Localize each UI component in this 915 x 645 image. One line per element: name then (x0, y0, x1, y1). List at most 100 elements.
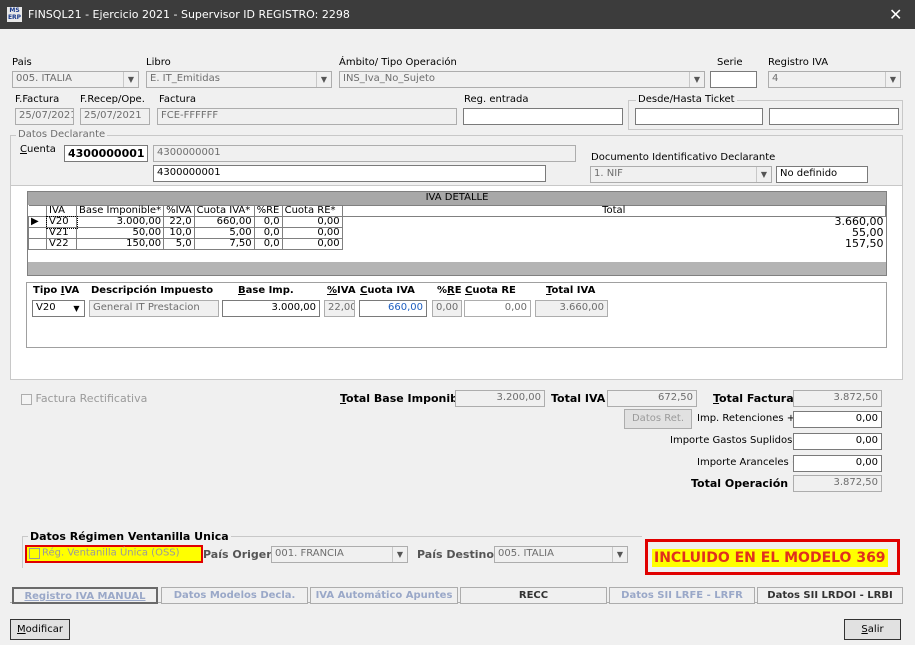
checkbox-icon (21, 393, 32, 405)
cuenta-label: Cuenta (20, 144, 56, 155)
tab-recc[interactable]: RECC (460, 587, 607, 604)
tab-datos-sii-lrdoi[interactable]: Datos SII LRDOI - LRBI (757, 587, 903, 604)
tipo-iva-label: Tipo IVA (33, 285, 80, 296)
col-header: %IVA (163, 205, 195, 217)
tab-datos-modelos[interactable]: Datos Modelos Decla. (161, 587, 308, 604)
f-factura-input[interactable]: 25/07/2021 (15, 108, 74, 125)
pais-destino-select[interactable]: 005. ITALIA ▼ (494, 546, 628, 563)
modelo-369-text: INCLUIDO EN EL MODELO 369 (652, 549, 888, 567)
cuenta-name-input[interactable]: 4300000001 (153, 165, 546, 182)
chevron-down-icon: ▼ (885, 72, 900, 87)
row-selector-icon: ▶ (28, 216, 47, 228)
cell[interactable]: 5,0 (163, 238, 195, 250)
oss-checkbox[interactable]: Rég. Ventanilla Única (OSS) (25, 545, 203, 563)
total-operacion-field: 3.872,50 (793, 475, 882, 492)
doc-tipo-select[interactable]: 1. NIF ▼ (590, 166, 772, 183)
chevron-down-icon: ▼ (392, 547, 407, 562)
factura-rectificativa-checkbox[interactable]: Factura Rectificativa (21, 392, 147, 405)
cell[interactable]: 660,00 (193, 216, 255, 228)
libro-select[interactable]: E. IT_Emitidas ▼ (146, 71, 332, 88)
aranceles-input[interactable]: 0,00 (793, 455, 882, 472)
pais-origen-label: País Origen (203, 548, 275, 561)
tab-iva-automatico[interactable]: IVA Automático Apuntes (310, 587, 458, 604)
iva-detalle-grid: IVA DETALLE IVA Base Imponible* %IVA Cuo… (27, 191, 887, 276)
cuota-re-label: Cuota RE (465, 285, 516, 296)
pais-select[interactable]: 005. ITALIA ▼ (12, 71, 139, 88)
cell[interactable]: 3.000,00 (75, 216, 165, 228)
cell[interactable]: V22 (46, 238, 77, 250)
ventanilla-title: Datos Régimen Ventanilla Unica (28, 530, 231, 543)
tab-datos-sii-lrfe[interactable]: Datos SII LRFE - LRFR (609, 587, 755, 604)
registro-iva-label: Registro IVA (768, 57, 829, 68)
pct-iva-label: %IVA (327, 285, 356, 296)
modificar-button[interactable]: Modificar (10, 619, 70, 640)
col-header: Total (341, 205, 887, 217)
tipo-iva-select[interactable]: V20 ▼ (32, 300, 85, 317)
pais-origen-select[interactable]: 001. FRANCIA ▼ (271, 546, 408, 563)
cell[interactable]: 5,00 (193, 227, 255, 239)
reg-entrada-input[interactable] (463, 108, 623, 125)
cuota-re-input[interactable]: 0,00 (464, 300, 531, 317)
base-imp-input[interactable]: 3.000,00 (222, 300, 320, 317)
table-row[interactable]: V21 50,00 10,0 5,00 0,0 0,00 55,00 (28, 227, 886, 239)
cuota-iva-input[interactable]: 660,00 (359, 300, 427, 317)
aranceles-label: Importe Aranceles + (697, 457, 801, 468)
f-recep-input[interactable]: 25/07/2021 (80, 108, 150, 125)
total-iva-detail-label: Total IVA (546, 285, 596, 296)
cell[interactable]: 0,0 (253, 238, 283, 250)
chevron-down-icon: ▼ (612, 547, 627, 562)
col-header: Base Imponible* (75, 205, 165, 217)
pct-re-label: %RE (437, 285, 462, 296)
total-iva-detail-field: 3.660,00 (535, 300, 608, 317)
col-header: IVA (46, 205, 77, 217)
table-row[interactable]: ▶ V20 3.000,00 22,0 660,00 0,0 0,00 3.66… (28, 215, 886, 229)
declarante-label: Datos Declarante (16, 129, 108, 140)
factura-input[interactable]: FCE-FFFFFF (157, 108, 457, 125)
total-base-field: 3.200,00 (455, 390, 545, 407)
cell[interactable]: 22,0 (163, 216, 195, 228)
chevron-down-icon: ▼ (756, 167, 771, 182)
chevron-down-icon: ▼ (123, 72, 138, 87)
ambito-label: Ámbito/ Tipo Operación (339, 57, 457, 68)
reg-entrada-label: Reg. entrada (464, 94, 529, 105)
gastos-label: Importe Gastos Suplidos + (670, 435, 804, 446)
cell[interactable]: 0,00 (281, 238, 343, 250)
cell[interactable]: V21 (46, 227, 77, 239)
salir-button[interactable]: Salir (844, 619, 901, 640)
cell[interactable]: 0,0 (253, 227, 283, 239)
col-header: %RE (253, 205, 283, 217)
cell[interactable]: 50,00 (75, 227, 165, 239)
datos-ret-button[interactable]: Datos Ret. (624, 409, 692, 429)
imp-ret-input[interactable]: 0,00 (793, 411, 882, 428)
table-row[interactable]: V22 150,00 5,0 7,50 0,0 0,00 157,50 (28, 238, 886, 250)
chevron-down-icon: ▼ (69, 301, 84, 316)
desde-ticket-input[interactable] (635, 108, 763, 125)
col-header: Cuota IVA* (193, 205, 255, 217)
cell[interactable]: 7,50 (193, 238, 255, 250)
cuenta-input[interactable]: 4300000001 (64, 145, 148, 162)
total-factura-field: 3.872,50 (793, 390, 882, 407)
f-recep-label: F.Recep/Ope. (80, 94, 145, 105)
serie-input[interactable] (710, 71, 757, 88)
total-operacion-label: Total Operación = (691, 477, 802, 490)
cell[interactable]: 10,0 (163, 227, 195, 239)
cell[interactable]: 0,0 (253, 216, 283, 228)
cell[interactable]: 150,00 (75, 238, 165, 250)
imp-ret-label: Imp. Retenciones + (697, 413, 796, 424)
tab-registro-iva-manual[interactable]: Registro IVA MANUAL (12, 587, 158, 604)
registro-iva-select[interactable]: 4 ▼ (768, 71, 901, 88)
hasta-ticket-input[interactable] (769, 108, 899, 125)
chevron-down-icon: ▼ (316, 72, 331, 87)
cell[interactable]: 0,00 (281, 227, 343, 239)
table-header: IVA Base Imponible* %IVA Cuota IVA* %RE … (28, 205, 887, 217)
ambito-select[interactable]: INS_Iva_No_Sujeto ▼ (339, 71, 705, 88)
total-iva-label: Total IVA (551, 392, 606, 405)
gastos-input[interactable]: 0,00 (793, 433, 882, 450)
cell[interactable]: 0,00 (281, 216, 343, 228)
cell[interactable]: V20 (45, 215, 78, 229)
close-icon[interactable]: ✕ (889, 5, 902, 24)
grid-empty-area (28, 262, 886, 275)
total-base-label: Total Base Imponible (340, 392, 470, 405)
desde-hasta-label: Desde/Hasta Ticket (636, 94, 737, 105)
doc-num-input[interactable]: No definido (776, 166, 868, 183)
